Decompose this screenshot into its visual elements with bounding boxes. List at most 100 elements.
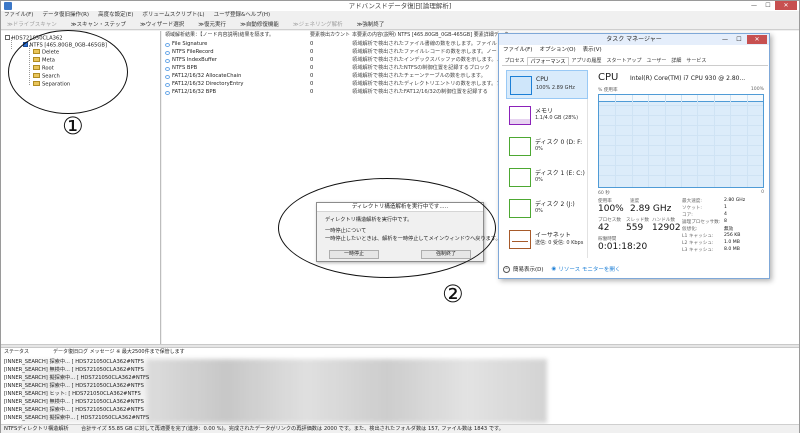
menu-advanced[interactable]: 高度な設定(E) [98, 11, 133, 20]
log-entry: [INNER_SEARCH] ヒット: [ HDS721050CLA362#NT… [4, 391, 141, 397]
menu-bar: ファイル(F) データ復旧操作(R) 高度な設定(E) ボリュームスクリプト(L… [1, 11, 799, 20]
generic-analysis-button[interactable]: ≫ジェネリング解析 [293, 20, 343, 29]
memory-thumbnail [509, 106, 531, 125]
l1-cache-value: 256 KB [724, 233, 741, 238]
node-icon [165, 58, 170, 63]
proc-value: 42 [598, 223, 610, 233]
log-header-message[interactable]: データ復旧ログ メッセージ ※ 最大2500件まで保管します [53, 349, 185, 356]
column-header-count[interactable]: 要素検出カウント [310, 32, 350, 39]
disk-thumbnail [509, 137, 531, 156]
tm-menu-options[interactable]: オプション(O) [539, 46, 575, 54]
annotation-ellipse-2 [278, 178, 496, 278]
log-entry: [INNER_SEARCH] 探索中... [ HDS721050CLA362#… [4, 359, 144, 365]
l3-cache-value: 8.0 MB [724, 247, 740, 252]
cpu-heading: CPU [598, 72, 619, 83]
menu-help[interactable]: ユーザ登録&ヘルプ(H) [214, 11, 271, 20]
disk-thumbnail [509, 199, 531, 218]
tab-performance[interactable]: パフォーマンス [527, 57, 569, 65]
annotation-ellipse-1 [8, 30, 128, 114]
max-speed-value: 2.80 GHz [724, 198, 746, 203]
cores-value: 4 [724, 212, 727, 217]
tab-users[interactable]: ユーザー [644, 57, 669, 65]
close-button[interactable]: ✕ [775, 1, 797, 10]
resource-list: CPU 100% 2.89 GHz メモリ 1.1/4.0 GB (28%) デ… [506, 70, 588, 258]
node-icon [165, 74, 170, 79]
disk-checkbox[interactable] [5, 35, 10, 40]
menu-file[interactable]: ファイル(F) [4, 11, 33, 20]
tab-app-history[interactable]: アプリの履歴 [569, 57, 604, 65]
toolbar: ≫ドライブスキャン ≫スキャン・ステップ ≫ウィザード選択 ≫復元実行 ≫自動修… [1, 20, 799, 30]
node-icon [165, 82, 170, 87]
resource-disk-1[interactable]: ディスク 1 (E: C:) 0% [506, 163, 588, 192]
tab-services[interactable]: サービス [684, 57, 709, 65]
l2-cache-value: 1.0 MB [724, 240, 740, 245]
graph-zero: 0 [761, 190, 764, 195]
window-controls: — ☐ ✕ [747, 1, 797, 11]
column-header-name[interactable]: 領域解析結果：【ノード内容説明(結果を隔ます。 [165, 32, 274, 39]
brief-view-link[interactable]: 簡易表示(D) [513, 265, 544, 273]
log-header-status[interactable]: ステータス [4, 349, 29, 356]
graph-label: % 使用率 [598, 88, 618, 93]
virtualization-label: 仮想化: [682, 227, 698, 232]
menu-volume-script[interactable]: ボリュームスクリプト(L) [142, 11, 204, 20]
sockets-value: 1 [724, 205, 727, 210]
minimize-button[interactable]: — [747, 1, 761, 10]
resource-disk-2[interactable]: ディスク 2 (J:) 0% [506, 194, 588, 223]
speed-value: 2.89 GHz [630, 204, 672, 214]
resource-disk-0[interactable]: ディスク 0 (D: F: 0% [506, 132, 588, 161]
tm-menu-file[interactable]: ファイル(F) [503, 46, 532, 54]
status-bar: NTFSディレクトリ構造解析 合計サイズ 55.85 GB に対して再適要を完了… [1, 424, 799, 433]
resource-monitor-icon: ◉ [551, 266, 557, 272]
log-pane: ステータス データ復旧ログ メッセージ ※ 最大2500件まで保管します [IN… [1, 348, 799, 424]
handle-value: 12902 [652, 223, 681, 233]
sockets-label: ソケット: [682, 206, 702, 211]
restore-run-button[interactable]: ≫復元実行 [198, 20, 226, 29]
cpu-usage-graph [598, 94, 764, 188]
tm-close-button[interactable]: ✕ [747, 35, 767, 44]
app-icon [4, 2, 12, 10]
tm-maximize-button[interactable]: ☐ [733, 35, 745, 44]
disk-thumbnail [509, 168, 531, 187]
drive-scan-button[interactable]: ≫ドライブスキャン [7, 20, 57, 29]
tm-minimize-button[interactable]: — [719, 35, 731, 44]
redacted-region [147, 359, 547, 423]
window-title: アドバンスドデータ復旧[論理解析] [348, 2, 452, 10]
max-speed-label: 最大速度: [682, 199, 702, 204]
log-entry: [INNER_SEARCH] 擬探索中... [ HDS721050CLA362… [4, 415, 150, 421]
thread-value: 559 [626, 223, 644, 233]
column-header-desc[interactable]: 本要素の内容(説明) NTFS [465.80GB_0GB-465GB] 要素詳… [352, 32, 509, 39]
maximize-button[interactable]: ☐ [761, 1, 775, 10]
cpu-thumbnail [510, 76, 532, 95]
title-bar: アドバンスドデータ復旧[論理解析] — ☐ ✕ [1, 1, 799, 11]
wizard-select-button[interactable]: ≫ウィザード選択 [140, 20, 184, 29]
menu-recovery[interactable]: データ復旧操作(R) [42, 11, 89, 20]
tab-startup[interactable]: スタートアップ [604, 57, 644, 65]
auto-repair-button[interactable]: ≫自動修復機能 [240, 20, 279, 29]
annotation-number-1: ① [62, 112, 84, 140]
tab-processes[interactable]: プロセス [502, 57, 527, 65]
util-value: 100% [598, 204, 624, 214]
force-stop-button[interactable]: ≫強制終了 [357, 20, 385, 29]
scan-step-button[interactable]: ≫スキャン・ステップ [71, 20, 126, 29]
graph-time: 60 秒 [598, 191, 610, 196]
node-icon [165, 66, 170, 71]
log-entry: [INNER_SEARCH] 探索中... [ HDS721050CLA362#… [4, 383, 144, 389]
logical-label: 論理プロセッサ数: [682, 220, 721, 225]
status-right: 合計サイズ 55.85 GB に対して再適要を完了(進捗：0.00 %)。完成さ… [81, 426, 504, 432]
resource-monitor-link[interactable]: リソース モニターを開く [558, 265, 620, 273]
ethernet-thumbnail [509, 230, 531, 249]
resource-cpu[interactable]: CPU 100% 2.89 GHz [506, 70, 588, 99]
tab-details[interactable]: 詳細 [669, 57, 684, 65]
node-icon [165, 90, 170, 95]
cpu-model: Intel(R) Core(TM) i7 CPU 930 @ 2.80... [630, 75, 746, 82]
graph-max: 100% [750, 87, 764, 92]
resource-memory[interactable]: メモリ 1.1/4.0 GB (28%) [506, 101, 588, 130]
resource-ethernet[interactable]: イーサネット 送信: 0 受信: 0 Kbps [506, 225, 588, 254]
l1-cache-label: L1 キャッシュ: [682, 234, 714, 239]
annotation-number-2: ② [442, 280, 464, 308]
chevron-up-icon[interactable]: ^ [503, 265, 510, 273]
tm-menu-view[interactable]: 表示(V) [583, 46, 602, 54]
status-left: NTFSディレクトリ構造解析 [4, 426, 69, 432]
task-manager-window: タスク マネージャー — ☐ ✕ ファイル(F) オプション(O) 表示(V) … [498, 33, 770, 279]
cores-label: コア: [682, 213, 693, 218]
